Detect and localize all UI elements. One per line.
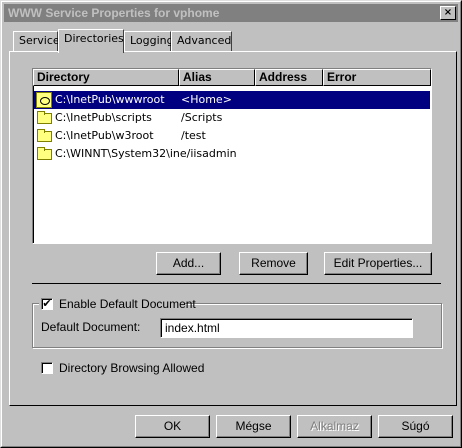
default-document-field[interactable]: index.html bbox=[160, 318, 413, 338]
list-item[interactable]: C:\InetPub\scripts /Scripts bbox=[34, 109, 430, 127]
column-header-address[interactable]: Address bbox=[255, 69, 323, 86]
title-bar[interactable]: WWW Service Properties for vphome × bbox=[4, 4, 458, 22]
directory-browsing-label[interactable]: Directory Browsing Allowed bbox=[59, 361, 204, 375]
add-button[interactable]: Add... bbox=[156, 252, 221, 275]
remove-button[interactable]: Remove bbox=[239, 252, 308, 275]
enable-default-document-label[interactable]: Enable Default Document bbox=[59, 297, 196, 311]
enable-default-document-checkbox[interactable]: ✔ bbox=[41, 298, 53, 310]
directory-alias: /test bbox=[181, 129, 206, 142]
close-button[interactable]: × bbox=[440, 6, 456, 20]
divider bbox=[32, 283, 441, 284]
ok-button[interactable]: OK bbox=[135, 415, 210, 438]
list-item[interactable]: C:\InetPub\w3root /test bbox=[34, 127, 430, 145]
tab-directories[interactable]: Directories bbox=[58, 29, 124, 53]
folder-icon bbox=[37, 147, 52, 160]
cancel-button[interactable]: Mégse bbox=[216, 415, 291, 438]
column-header-alias[interactable]: Alias bbox=[179, 69, 255, 86]
directory-alias: /Scripts bbox=[181, 111, 223, 124]
column-header-directory[interactable]: Directory bbox=[33, 69, 179, 86]
directory-path: C:\InetPub\w3root bbox=[55, 129, 154, 142]
default-document-label: Default Document: bbox=[41, 320, 141, 334]
properties-window: WWW Service Properties for vphome × Serv… bbox=[0, 0, 462, 448]
list-item[interactable]: C:\InetPub\wwwroot <Home> bbox=[34, 91, 430, 109]
checkmark-icon: ✔ bbox=[42, 297, 52, 310]
tab-advanced[interactable]: Advanced bbox=[171, 31, 232, 51]
list-header: Directory Alias Address Error bbox=[33, 69, 431, 86]
directory-alias: <Home> bbox=[181, 93, 232, 106]
close-icon: × bbox=[443, 7, 453, 18]
window-title: WWW Service Properties for vphome bbox=[8, 6, 220, 20]
list-item[interactable]: C:\WINNT\System32\ine/iisadmin bbox=[34, 145, 430, 163]
directory-list[interactable]: Directory Alias Address Error C:\InetPub… bbox=[32, 68, 432, 244]
column-header-error[interactable]: Error bbox=[323, 69, 431, 86]
folder-icon bbox=[37, 129, 52, 142]
apply-button[interactable]: Alkalmaz bbox=[297, 415, 372, 438]
directory-path: C:\InetPub\wwwroot bbox=[55, 93, 165, 106]
tab-service[interactable]: Service bbox=[13, 31, 60, 51]
tab-logging[interactable]: Logging bbox=[124, 31, 174, 51]
directory-browsing-checkbox[interactable] bbox=[41, 362, 53, 374]
edit-properties-button[interactable]: Edit Properties... bbox=[324, 252, 432, 275]
folder-icon bbox=[37, 111, 52, 124]
directory-path: C:\InetPub\scripts bbox=[55, 111, 152, 124]
help-button[interactable]: Súgó bbox=[378, 415, 453, 438]
directory-path: C:\WINNT\System32\ine/iisadmin bbox=[55, 147, 237, 160]
home-folder-icon bbox=[36, 92, 52, 108]
